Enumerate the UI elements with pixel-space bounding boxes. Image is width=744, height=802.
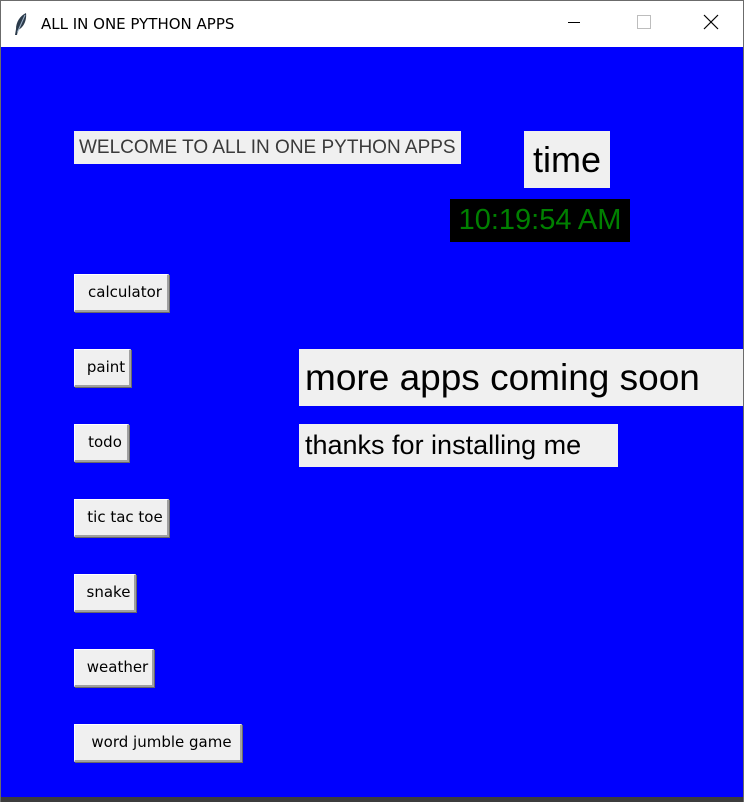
todo-button[interactable]: todo xyxy=(74,424,129,462)
window-title: ALL IN ONE PYTHON APPS xyxy=(41,15,235,33)
paint-button[interactable]: paint xyxy=(74,349,131,387)
coming-soon-label: more apps coming soon xyxy=(299,349,743,406)
minimize-icon xyxy=(568,15,580,33)
window-bottom-edge xyxy=(1,797,743,802)
maximize-button[interactable] xyxy=(609,1,679,47)
close-button[interactable] xyxy=(679,1,743,47)
weather-button[interactable]: weather xyxy=(74,649,154,687)
calculator-button[interactable]: calculator xyxy=(74,274,169,312)
app-window: ALL IN ONE PYTHON APPS WELCOME TO ALL IN… xyxy=(0,0,744,802)
main-panel: WELCOME TO ALL IN ONE PYTHON APPS time 1… xyxy=(1,47,743,797)
word-jumble-game-button[interactable]: word jumble game xyxy=(74,724,242,762)
feather-icon xyxy=(13,12,29,36)
snake-button[interactable]: snake xyxy=(74,574,136,612)
tic-tac-toe-button[interactable]: tic tac toe xyxy=(74,499,169,537)
close-icon xyxy=(703,14,719,35)
maximize-icon xyxy=(637,14,651,34)
title-bar[interactable]: ALL IN ONE PYTHON APPS xyxy=(1,1,743,47)
welcome-label: WELCOME TO ALL IN ONE PYTHON APPS xyxy=(74,131,461,164)
time-label: time xyxy=(524,131,610,188)
digital-clock: 10:19:54 AM xyxy=(450,199,630,242)
minimize-button[interactable] xyxy=(539,1,609,47)
thanks-label: thanks for installing me xyxy=(299,424,618,467)
